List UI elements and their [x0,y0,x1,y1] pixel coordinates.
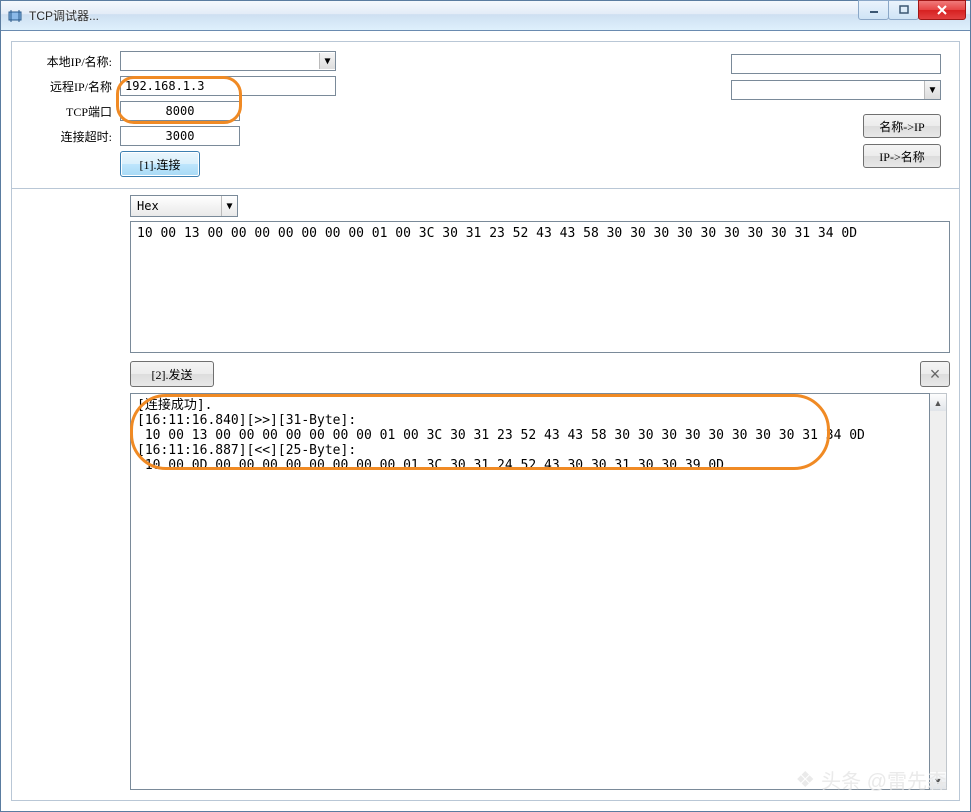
scroll-track[interactable] [930,411,946,772]
name-to-ip-button[interactable]: 名称->IP [863,114,941,138]
tcp-port-label: TCP端口 [24,103,120,120]
app-icon [7,8,23,24]
lookup-panel: ▼ 名称->IP IP->名称 [731,54,941,168]
window-title: TCP调试器... [29,7,99,24]
local-ip-label: 本地IP/名称: [24,53,120,70]
timeout-input[interactable] [120,126,240,146]
log-textarea[interactable]: [连接成功]. [16:11:16.840][>>][31-Byte]: 10 … [130,393,930,790]
app-window: TCP调试器... 本地IP/名称: ▼ 远程IP/名称 TCP端口 [0,0,971,812]
window-controls [859,0,966,20]
send-panel: Hex ▼ 10 00 13 00 00 00 00 00 00 00 01 0… [130,195,947,393]
tcp-port-input[interactable] [120,101,240,121]
payload-textarea[interactable]: 10 00 13 00 00 00 00 00 00 00 01 00 3C 3… [130,221,950,353]
scroll-up-icon[interactable]: ▲ [930,394,946,411]
chevron-down-icon: ▼ [924,81,940,99]
log-panel: [连接成功]. [16:11:16.840][>>][31-Byte]: 10 … [130,393,947,790]
send-button[interactable]: [2].发送 [130,361,214,387]
clear-send-button[interactable]: × [920,361,950,387]
close-button[interactable] [918,0,966,20]
format-value: Hex [137,199,159,213]
close-icon: × [930,364,941,385]
local-ip-combo[interactable]: ▼ [120,51,336,71]
minimize-button[interactable] [858,0,889,20]
connect-button[interactable]: [1].连接 [120,151,200,177]
scrollbar[interactable]: ▲ ▼ [930,393,947,790]
format-combo[interactable]: Hex ▼ [130,195,238,217]
remote-ip-input[interactable] [120,76,336,96]
ip-to-name-button[interactable]: IP->名称 [863,144,941,168]
chevron-down-icon: ▼ [319,53,335,69]
timeout-label: 连接超时: [24,128,120,145]
titlebar[interactable]: TCP调试器... [1,1,970,31]
chevron-down-icon: ▼ [221,196,237,216]
maximize-button[interactable] [888,0,919,20]
lookup-combo[interactable]: ▼ [731,80,941,100]
remote-ip-label: 远程IP/名称 [24,78,120,95]
scroll-down-icon[interactable]: ▼ [930,772,946,789]
lookup-input-1[interactable] [731,54,941,74]
